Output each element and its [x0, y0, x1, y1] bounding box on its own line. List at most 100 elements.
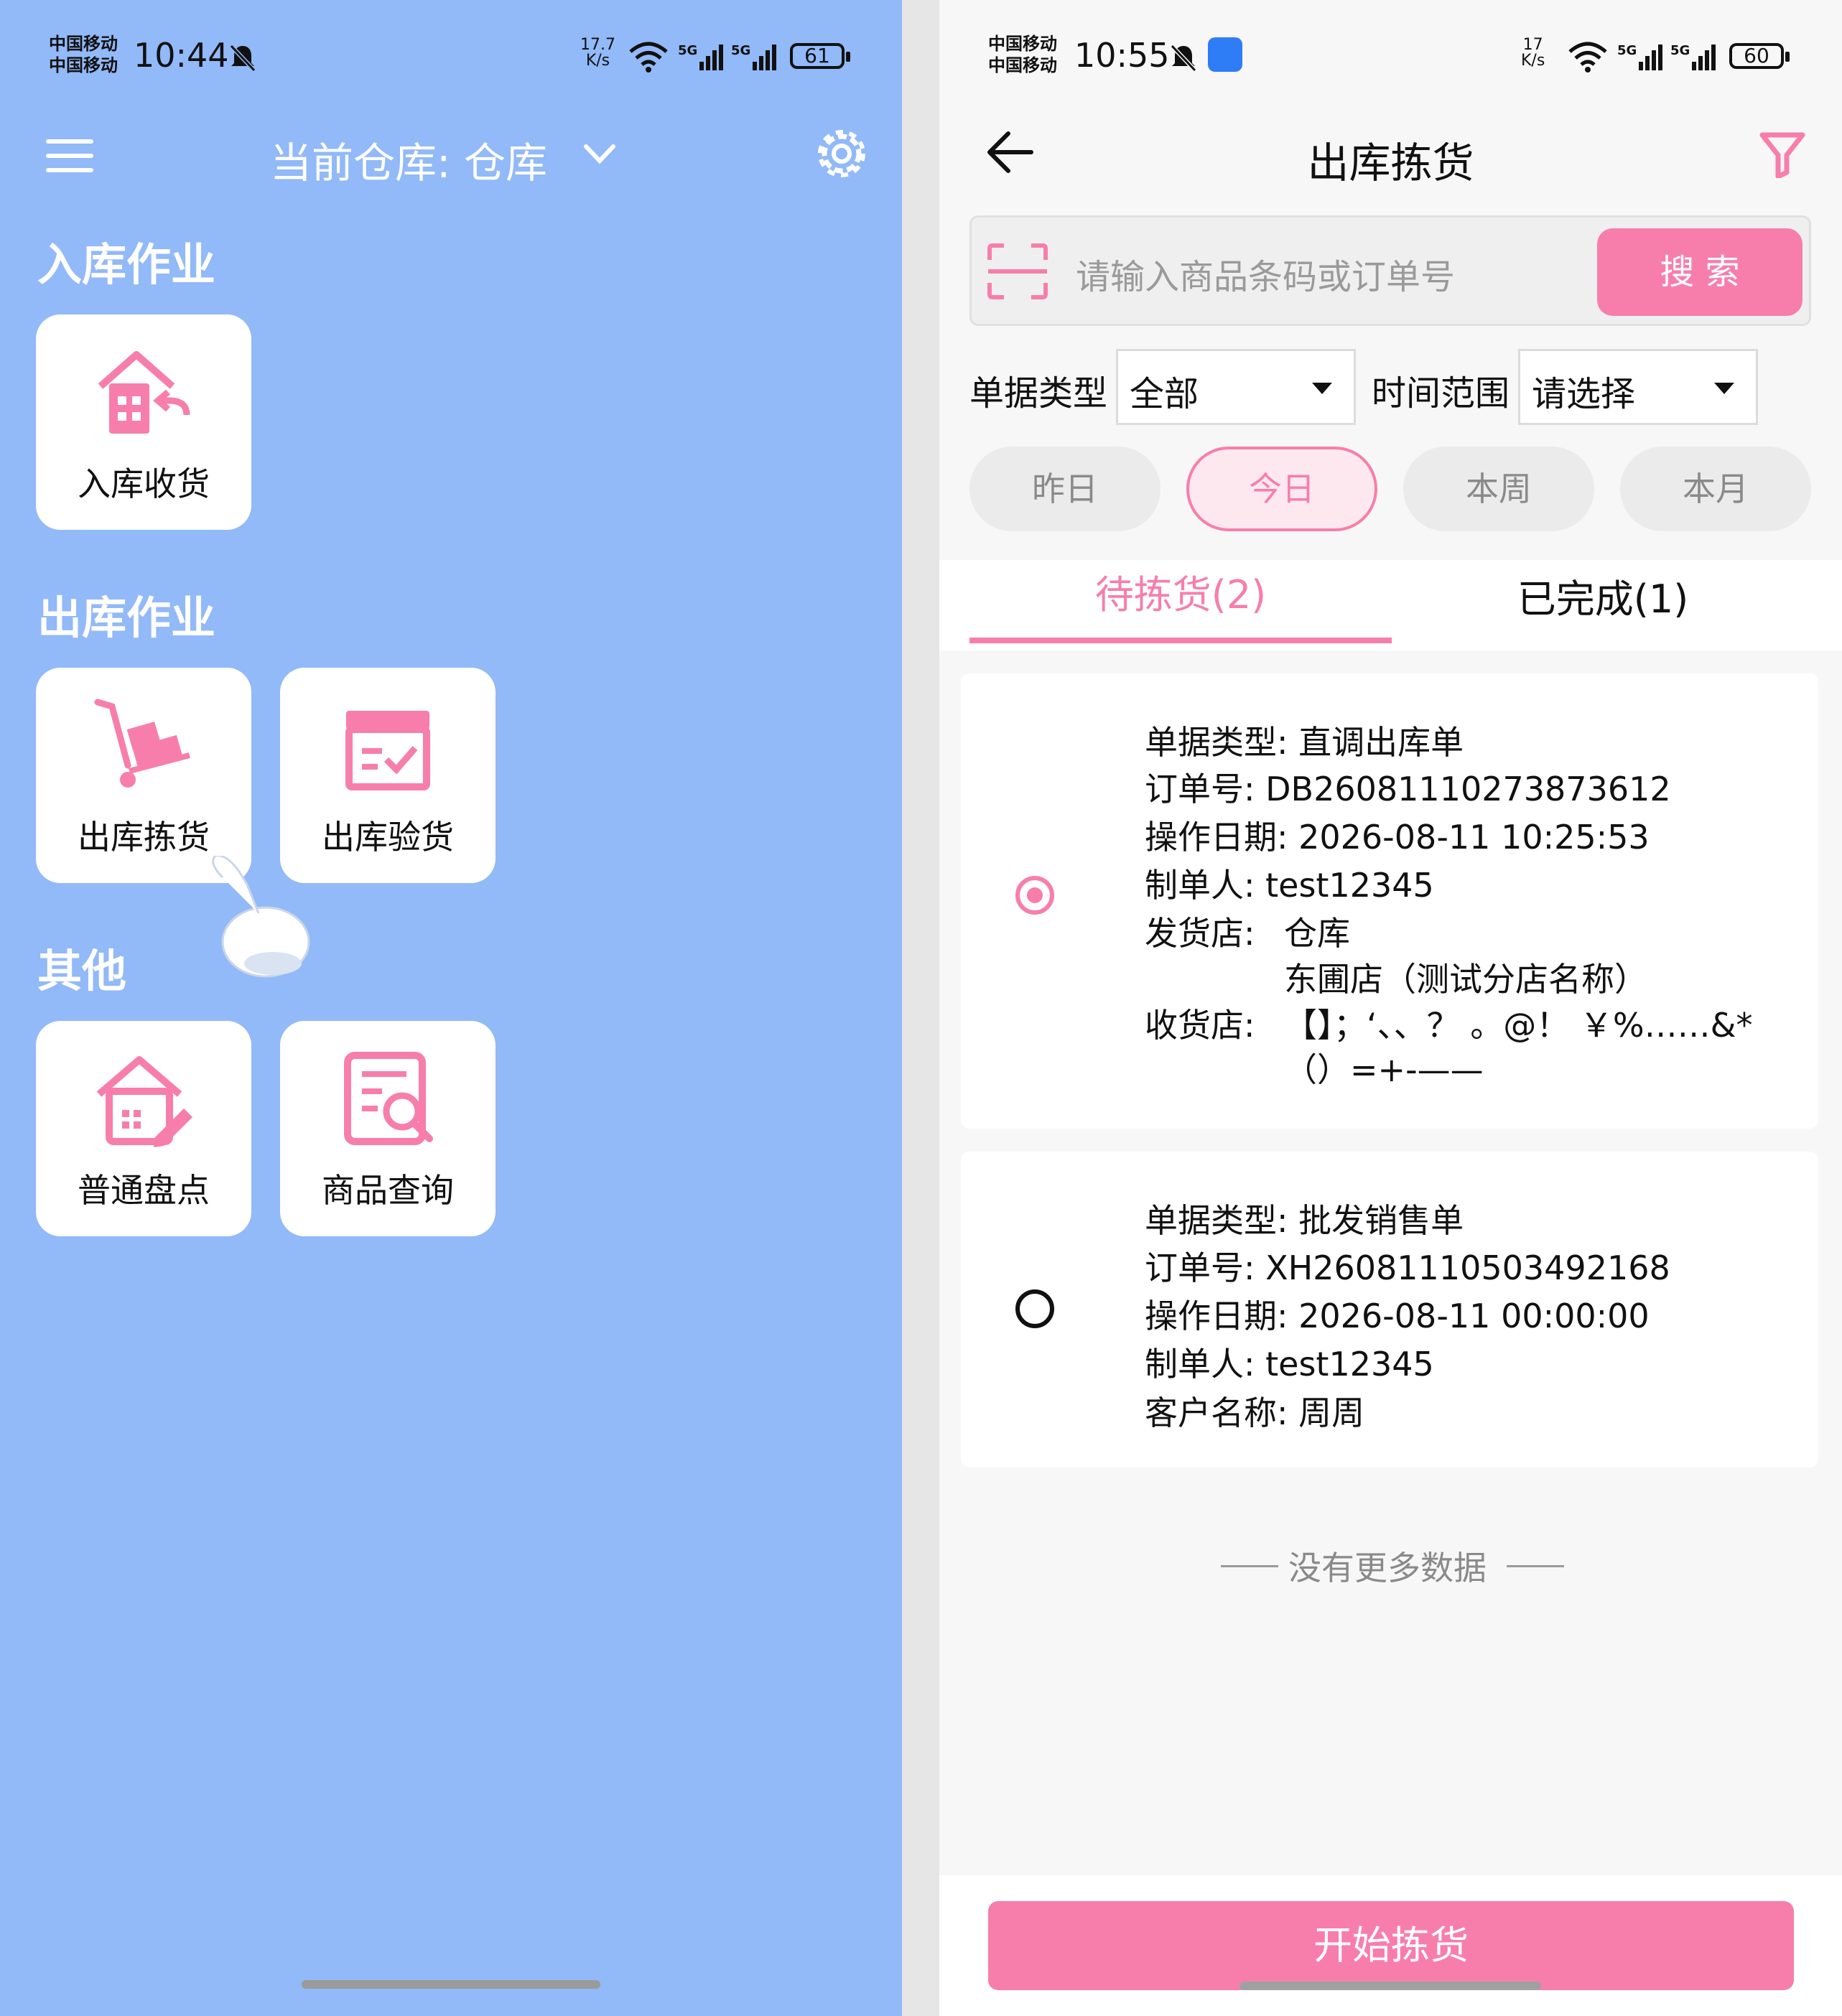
tile-label: 出库验货 — [322, 818, 454, 857]
box-check-icon — [345, 711, 430, 790]
svg-text:5G: 5G — [1617, 43, 1637, 58]
no-more-data: 没有更多数据 — [1288, 1549, 1487, 1587]
order-date: 操作日期: 2026-08-11 10:25:53 — [1145, 818, 1650, 857]
page-title: 出库拣货 — [1307, 139, 1474, 187]
tab-pending-indicator — [969, 638, 1392, 643]
tile-outbound-inspect[interactable]: 出库验货 — [280, 668, 496, 883]
time-range-value: 请选择 — [1532, 374, 1636, 414]
battery-icon: 60 — [1729, 43, 1784, 69]
dropdown-arrow-icon — [1312, 383, 1332, 394]
battery-tip — [1785, 52, 1790, 62]
app-notification-icon — [1208, 37, 1242, 72]
menu-icon[interactable] — [46, 138, 96, 174]
filter-icon[interactable] — [1759, 131, 1805, 178]
carrier-2: 中国移动 — [988, 55, 1057, 75]
start-picking-button[interactable]: 开始拣货 — [988, 1901, 1794, 1990]
doc-type-label: 单据类型 — [969, 373, 1108, 414]
signal-5g-icon: 5G — [678, 43, 723, 70]
chevron-down-icon[interactable] — [583, 142, 616, 165]
tile-label: 出库拣货 — [78, 818, 210, 857]
order-type: 单据类型: 直调出库单 — [1145, 723, 1464, 762]
net-speed: 17 K/s — [1521, 37, 1545, 69]
outbound-pick-screen: 中国移动 中国移动 10:55 17 K/s 5G 5G 60 出库拣货 请输入… — [939, 0, 1842, 2016]
order-card[interactable]: 单据类型: 批发销售单 订单号: XH26081110503492168 操作日… — [961, 1152, 1818, 1467]
tab-completed[interactable]: 已完成(1) — [1392, 567, 1814, 624]
tile-inventory[interactable]: 普通盘点 — [36, 1021, 251, 1236]
order-number: 订单号: XH26081110503492168 — [1145, 1249, 1670, 1287]
house-edit-icon — [96, 1056, 192, 1147]
net-speed: 17.7 K/s — [580, 37, 615, 69]
receiver-line-1: 【】；‘、、？ 。@！ ￥%……&* — [1284, 1006, 1753, 1045]
cart-icon — [94, 699, 191, 788]
carrier-label: 中国移动 中国移动 — [49, 33, 118, 76]
radio-selected[interactable] — [1015, 876, 1054, 915]
home-indicator — [302, 1980, 600, 1989]
chip-this-week[interactable]: 本周 — [1403, 447, 1594, 531]
wifi-icon — [629, 42, 668, 73]
order-card[interactable]: 单据类型: 直调出库单 订单号: DB26081110273873612 操作日… — [961, 673, 1818, 1129]
search-button[interactable]: 搜 索 — [1597, 228, 1803, 316]
divider-left — [1221, 1565, 1278, 1567]
svg-text:5G: 5G — [731, 43, 750, 58]
mute-bell-icon — [1170, 44, 1197, 73]
svg-text:5G: 5G — [678, 43, 697, 58]
svg-text:5G: 5G — [1670, 43, 1690, 58]
tile-outbound-pick[interactable]: 出库拣货 — [36, 668, 251, 883]
doc-type-select[interactable]: 全部 — [1116, 349, 1356, 425]
net-speed-unit: K/s — [1521, 52, 1545, 70]
gear-icon[interactable] — [814, 126, 869, 181]
sender-label: 发货店: — [1145, 914, 1255, 953]
battery-icon: 61 — [790, 43, 845, 69]
doc-type-value: 全部 — [1130, 374, 1199, 414]
section-outbound: 出库作业 — [37, 592, 216, 644]
carrier-1: 中国移动 — [49, 34, 118, 54]
net-speed-value: 17 — [1522, 36, 1543, 54]
dropdown-arrow-icon — [1714, 383, 1734, 394]
warehouse-receive-icon — [98, 351, 190, 434]
net-speed-value: 17.7 — [580, 36, 615, 54]
mute-bell-icon — [229, 44, 256, 73]
search-input[interactable]: 请输入商品条码或订单号 — [1076, 248, 1455, 299]
warehouse-selector[interactable]: 当前仓库: 仓库 — [270, 129, 547, 190]
chip-today[interactable]: 今日 — [1186, 447, 1377, 531]
sender-line-2: 东圃店（测试分店名称） — [1284, 960, 1647, 999]
order-customer: 客户名称: 周周 — [1145, 1394, 1365, 1432]
time-range-select[interactable]: 请选择 — [1518, 349, 1758, 425]
tab-pending[interactable]: 待拣货(2) — [969, 563, 1392, 620]
home-indicator — [1239, 1982, 1541, 1990]
signal-5g-icon-2: 5G — [1670, 43, 1716, 70]
tile-product-query[interactable]: 商品查询 — [280, 1021, 496, 1236]
order-maker: 制单人: test12345 — [1145, 866, 1434, 905]
receiver-label: 收货店: — [1145, 1006, 1255, 1045]
receiver-line-2: （）=+-—— — [1284, 1050, 1484, 1089]
battery-tip — [846, 52, 850, 62]
order-maker: 制单人: test12345 — [1145, 1345, 1434, 1383]
section-inbound: 入库作业 — [37, 238, 216, 291]
section-other: 其他 — [37, 945, 127, 997]
order-type: 单据类型: 批发销售单 — [1145, 1201, 1464, 1240]
time-range-label: 时间范围 — [1372, 373, 1510, 414]
order-number: 订单号: DB26081110273873612 — [1145, 770, 1671, 808]
chip-this-month[interactable]: 本月 — [1620, 447, 1811, 531]
tile-label: 普通盘点 — [78, 1171, 210, 1210]
carrier-2: 中国移动 — [49, 55, 118, 75]
chip-yesterday[interactable]: 昨日 — [969, 447, 1160, 531]
status-time: 10:44 — [134, 36, 229, 75]
tile-label: 入库收货 — [78, 465, 210, 503]
document-search-icon — [344, 1052, 433, 1145]
tile-inbound-receive[interactable]: 入库收货 — [36, 314, 251, 530]
signal-5g-icon: 5G — [1617, 43, 1662, 70]
wifi-icon — [1568, 42, 1607, 73]
radio-unselected[interactable] — [1015, 1289, 1054, 1328]
divider-right — [1507, 1565, 1564, 1567]
radio-dot — [1027, 887, 1043, 903]
carrier-1: 中国移动 — [988, 34, 1057, 54]
order-date: 操作日期: 2026-08-11 00:00:00 — [1145, 1297, 1650, 1335]
carrier-label: 中国移动 中国移动 — [988, 33, 1057, 76]
tap-hand-icon — [212, 856, 310, 978]
scan-icon[interactable] — [987, 243, 1048, 300]
signal-5g-icon-2: 5G — [731, 43, 776, 70]
home-screen: 中国移动 中国移动 10:44 17.7 K/s 5G 5G 61 当前仓库: … — [0, 0, 902, 2016]
net-speed-unit: K/s — [585, 52, 610, 70]
tile-label: 商品查询 — [322, 1171, 454, 1210]
